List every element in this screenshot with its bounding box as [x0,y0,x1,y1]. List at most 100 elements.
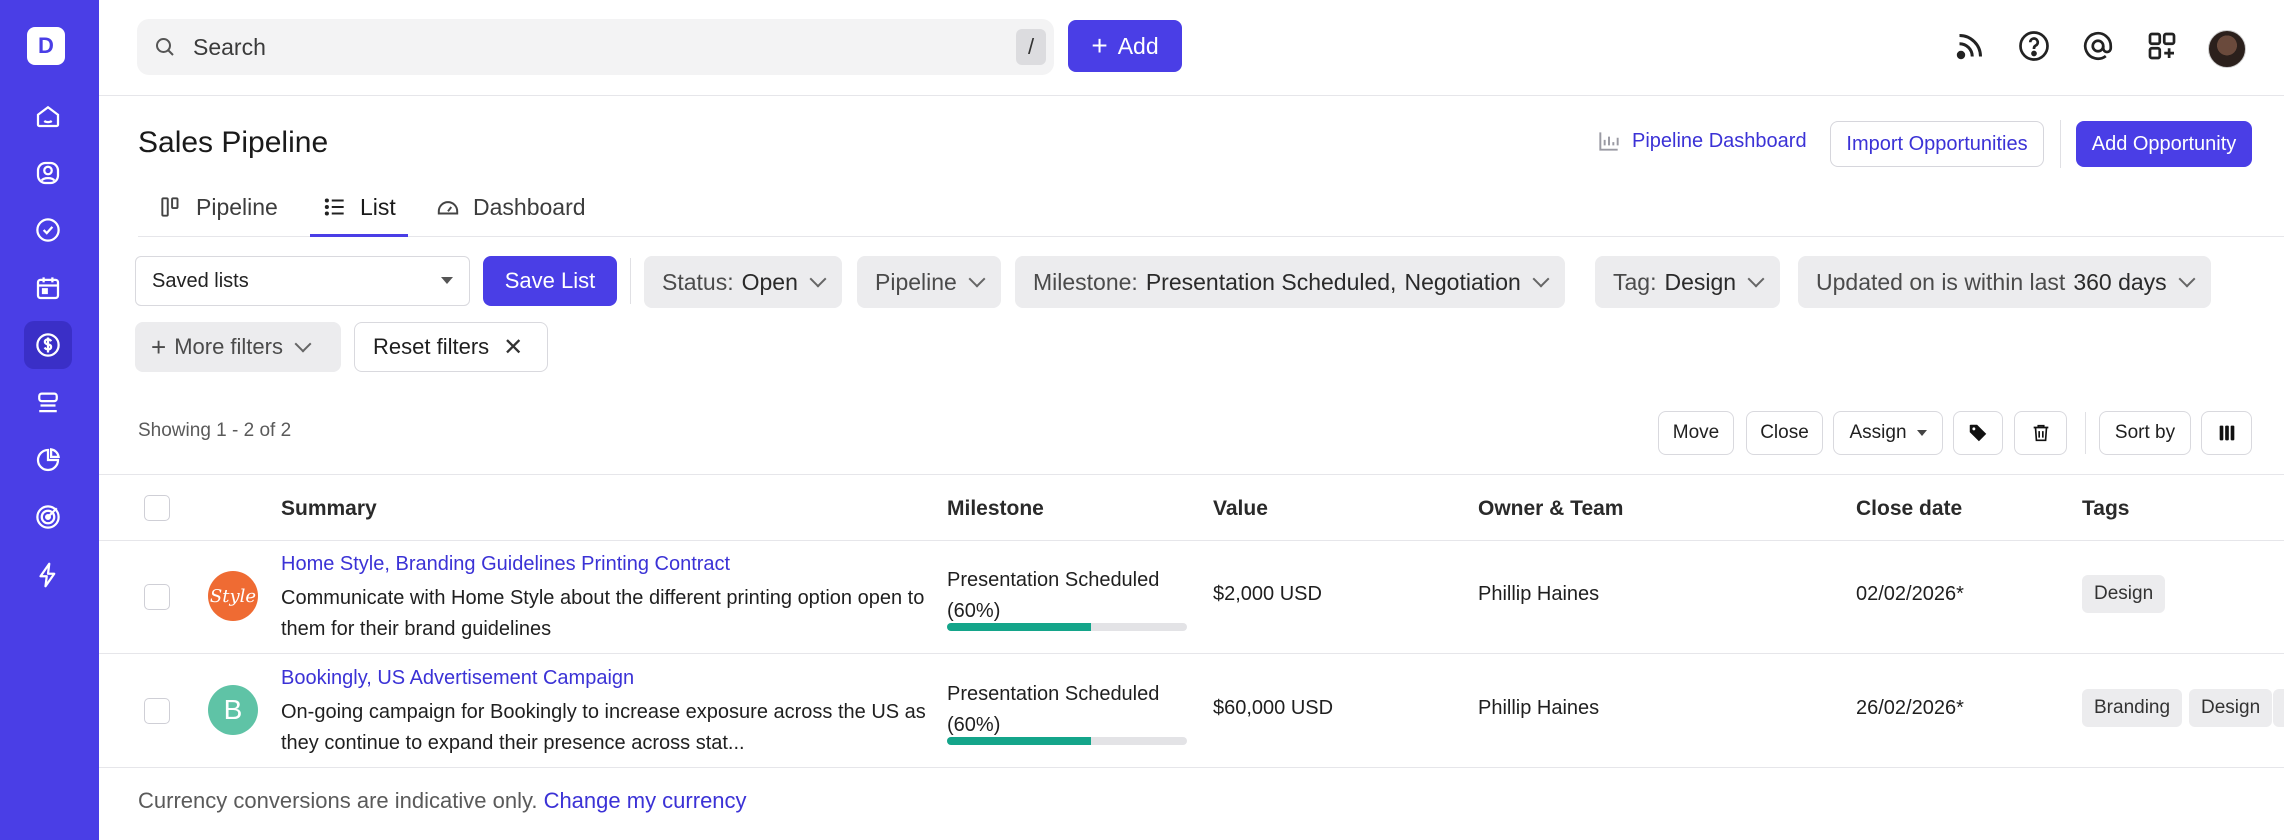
tag-button[interactable] [1953,411,2003,455]
plus-icon: + [151,331,167,362]
sidebar-item-calendar[interactable] [24,264,72,312]
pipeline-dashboard-label: Pipeline Dashboard [1632,129,1807,152]
view-tabs: Pipeline List Dashboard [138,178,2284,237]
assign-button[interactable]: Assign [1833,411,1943,455]
owner-cell: Phillip Haines [1478,697,1600,719]
header-owner-team[interactable]: Owner & Team [1478,497,1623,521]
header-divider [2060,120,2061,168]
opportunity-description: On-going campaign for Bookingly to incre… [281,701,926,754]
tag-badge[interactable]: Branding [2082,689,2183,727]
filter-updated-value: 360 days [2073,268,2167,295]
columns-button[interactable] [2201,411,2252,455]
select-all-checkbox[interactable] [144,495,170,521]
row-checkbox[interactable] [144,584,170,610]
close-date-cell: 26/02/2026* [1856,697,1964,719]
filter-status-label: Status: [662,268,734,295]
row-checkbox[interactable] [144,698,170,724]
chevron-down-icon [2178,270,2196,288]
sidebar-item-reports[interactable] [24,436,72,484]
sidebar-item-automations[interactable] [24,551,72,599]
tag-badge[interactable]: Design [2082,575,2166,613]
filter-milestone-value-2: Negotiation [1404,268,1521,295]
more-filters-button[interactable]: + More filters [135,322,341,372]
chevron-down-icon [1532,270,1550,288]
opportunity-title-link[interactable]: Home Style, Branding Guidelines Printing… [281,553,730,576]
saved-lists-value: Saved lists [152,269,249,292]
sidebar-item-home[interactable] [24,92,72,140]
add-button-label: Add [1117,32,1159,59]
filter-milestone[interactable]: Milestone: Presentation Scheduled, Negot… [1015,256,1565,308]
search-box[interactable]: / [137,19,1054,75]
assign-label: Assign [1849,422,1907,443]
tab-dashboard-label: Dashboard [473,193,586,220]
sidebar-item-sales[interactable] [24,321,72,369]
filter-updated[interactable]: Updated on is within last 360 days [1798,256,2211,308]
feed-icon[interactable] [1952,28,1988,69]
sidebar-item-contacts[interactable] [24,149,72,197]
brand-logo[interactable]: D [27,27,65,65]
filter-tag-value: Design [1664,268,1737,295]
saved-lists-select[interactable]: Saved lists [135,256,470,306]
save-list-button[interactable]: Save List [483,256,617,306]
import-opportunities-button[interactable]: Import Opportunities [1830,121,2044,167]
header-close-date[interactable]: Close date [1856,497,1962,521]
sidebar-item-tasks[interactable] [24,206,72,254]
chevron-down-icon [809,270,827,288]
trash-icon [2033,424,2048,442]
tab-pipeline[interactable]: Pipeline [158,178,278,236]
table-row[interactable]: B Bookingly, US Advertisement Campaign O… [99,655,2284,768]
search-icon [156,38,174,56]
chevron-down-icon [1916,430,1927,436]
check-circle-icon [36,218,60,242]
reset-filters-button[interactable]: Reset filters ✕ [354,322,548,372]
columns-icon [2219,425,2234,441]
apps-icon[interactable] [2144,28,2180,69]
sidebar-item-projects[interactable] [24,379,72,427]
header-value[interactable]: Value [1213,497,1268,521]
filter-milestone-label: Milestone: [1033,268,1138,295]
close-button[interactable]: Close [1746,411,1823,455]
progress-fill [947,737,1091,745]
tab-list-label: List [360,193,396,220]
filter-milestone-value-1: Presentation Scheduled, [1145,268,1397,295]
mention-icon[interactable] [2080,28,2116,69]
milestone-progress-bar [947,623,1187,631]
pipeline-dashboard-link[interactable]: Pipeline Dashboard [1596,128,1807,154]
top-icons [1952,28,2246,69]
tag-badge[interactable]: Design [2189,689,2273,727]
filter-divider [630,258,631,304]
search-input[interactable] [193,19,973,75]
filter-pipeline[interactable]: Pipeline [857,256,1001,308]
chevron-down-icon [1747,270,1765,288]
sidebar-item-goals[interactable] [24,493,72,541]
close-date-cell: 02/02/2026* [1856,583,1964,605]
help-icon[interactable] [2016,28,2052,69]
user-circle-icon [36,161,60,185]
progress-fill [947,623,1091,631]
opportunity-title-link[interactable]: Bookingly, US Advertisement Campaign [281,667,634,690]
company-logo: Style [208,571,258,621]
chevron-down-icon [294,335,312,353]
opportunity-description: Communicate with Home Style about the di… [281,587,925,640]
delete-button[interactable] [2014,411,2067,455]
tag-badge-overflow[interactable] [2273,689,2284,727]
filter-status[interactable]: Status: Open [644,256,842,308]
add-button[interactable]: + Add [1068,20,1182,72]
top-bar: / + Add [99,0,2284,96]
target-icon [36,505,60,529]
value-cell: $60,000 USD [1213,697,1334,719]
sort-by-button[interactable]: Sort by [2099,411,2191,455]
move-button[interactable]: Move [1658,411,1734,455]
avatar[interactable] [2208,29,2246,68]
header-summary[interactable]: Summary [281,497,377,521]
table-row[interactable]: Style Home Style, Branding Guidelines Pr… [99,541,2284,654]
filter-tag[interactable]: Tag: Design [1595,256,1781,308]
header-tags[interactable]: Tags [2082,497,2129,521]
tab-dashboard[interactable]: Dashboard [435,178,586,236]
add-opportunity-button[interactable]: Add Opportunity [2076,121,2252,167]
tab-list[interactable]: List [310,178,408,237]
header-milestone[interactable]: Milestone [947,497,1044,521]
owner-cell: Phillip Haines [1478,583,1600,605]
change-currency-link[interactable]: Change my currency [544,788,747,813]
table-header: Summary Milestone Value Owner & Team Clo… [99,474,2284,541]
